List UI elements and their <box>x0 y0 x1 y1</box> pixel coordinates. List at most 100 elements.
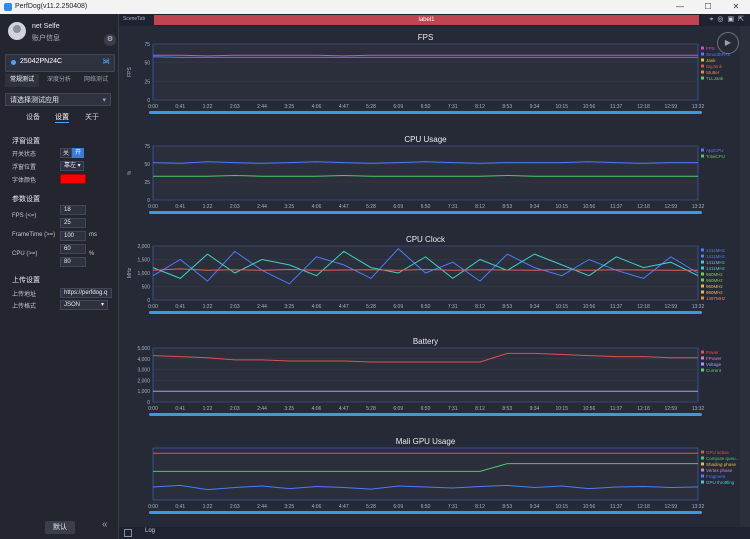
switch-on-option[interactable]: 开 <box>72 148 84 158</box>
legend-swatch <box>701 70 704 74</box>
x-tick-label: 7:31 <box>448 406 458 412</box>
legend-label: Compute queu.. <box>706 456 738 461</box>
legend-swatch <box>701 272 704 276</box>
log-bar: Log <box>119 527 750 539</box>
x-tick-label: 9:34 <box>530 406 540 412</box>
x-tick-label: 12:59 <box>664 104 677 110</box>
font-color-label: 字体颜色 <box>12 178 37 184</box>
settings-icon[interactable]: ⚙ <box>104 34 116 46</box>
legend-label: Voltage <box>706 362 722 367</box>
y-tick-label: 1,500 <box>137 258 150 264</box>
x-tick-label: 7:31 <box>448 504 458 510</box>
app-select[interactable]: 请选择测试应用 ▾ <box>5 93 111 106</box>
frametime-input[interactable]: 100 <box>60 231 86 241</box>
legend-label: 960MHz <box>706 284 724 289</box>
x-tick-label: 12:18 <box>637 406 650 412</box>
x-tick-label: 9:34 <box>530 104 540 110</box>
fps-threshold-1[interactable]: 18 <box>60 205 86 215</box>
x-tick-label: 12:18 <box>637 204 650 210</box>
x-tick-label: 0:41 <box>175 504 185 510</box>
x-tick-label: 10:15 <box>555 304 568 310</box>
time-scrollbar <box>149 211 702 214</box>
x-tick-label: 4:47 <box>339 104 349 110</box>
x-tick-label: 0:00 <box>148 104 158 110</box>
mode-tabs: 常规测试 深度分析 网络测试 <box>5 74 113 87</box>
tab-settings[interactable]: 设置 <box>55 112 69 123</box>
tab-about[interactable]: 关于 <box>85 112 99 122</box>
position-label: 浮窗位置 <box>12 165 37 171</box>
legend-swatch <box>701 58 704 62</box>
tab-network-test[interactable]: 网络测试 <box>79 74 113 87</box>
upload-addr-label: 上传地址 <box>12 292 37 298</box>
x-tick-label: 13:32 <box>692 406 705 412</box>
x-tick-label: 12:59 <box>664 504 677 510</box>
avatar[interactable] <box>8 22 26 40</box>
x-tick-label: 4:06 <box>312 204 322 210</box>
legend-swatch <box>701 456 704 460</box>
chart-title: Mali GPU Usage <box>396 437 456 446</box>
log-checkbox[interactable] <box>124 529 132 537</box>
x-tick-label: 0:41 <box>175 104 185 110</box>
right-scrollbar[interactable] <box>740 26 750 539</box>
frametime-unit: ms <box>89 232 97 238</box>
cpu-threshold-2[interactable]: 80 <box>60 257 86 267</box>
legend-label: 960MHz <box>706 278 724 283</box>
x-tick-label: 12:59 <box>664 304 677 310</box>
x-tick-label: 0:41 <box>175 304 185 310</box>
legend-swatch <box>701 260 704 264</box>
upload-addr-input[interactable]: https://perfdog.q <box>60 288 112 298</box>
chart-title: CPU Clock <box>406 235 446 244</box>
legend-label: SmoothFPS <box>706 52 730 57</box>
x-tick-label: 3:25 <box>284 504 294 510</box>
y-tick-label: 75 <box>144 42 150 48</box>
legend-label: FPower <box>706 356 722 361</box>
time-scrollbar <box>149 111 702 114</box>
x-tick-label: 10:15 <box>555 504 568 510</box>
maximize-button[interactable]: ☐ <box>694 0 722 14</box>
x-tick-label: 12:18 <box>637 504 650 510</box>
tab-deep-analysis[interactable]: 深度分析 <box>42 74 76 87</box>
x-tick-label: 12:59 <box>664 406 677 412</box>
y-tick-label: 2,000 <box>137 244 150 250</box>
x-tick-label: 5:28 <box>366 504 376 510</box>
legend-label: Stutter <box>706 70 720 75</box>
x-tick-label: 11:37 <box>610 406 622 412</box>
x-tick-label: 2:03 <box>230 504 240 510</box>
tab-device[interactable]: 设备 <box>26 112 40 122</box>
y-tick-label: 2,000 <box>137 378 150 384</box>
x-tick-label: 4:47 <box>339 504 349 510</box>
x-tick-label: 7:31 <box>448 204 458 210</box>
switch-off-option[interactable]: 关 <box>60 148 72 158</box>
log-label: Log <box>145 528 156 534</box>
x-tick-label: 6:09 <box>393 204 403 210</box>
account-info-link[interactable]: 账户信息 <box>32 33 60 43</box>
device-selector[interactable]: 25042PN24C ᯼ <box>5 54 115 72</box>
close-button[interactable]: ✕ <box>722 0 750 14</box>
x-tick-label: 0:00 <box>148 204 158 210</box>
x-tick-label: 10:56 <box>583 304 596 310</box>
param-settings-title: 参数设置 <box>12 196 40 203</box>
x-tick-label: 0:41 <box>175 204 185 210</box>
minimize-button[interactable]: — <box>666 0 694 14</box>
x-tick-label: 5:28 <box>366 406 376 412</box>
font-color-swatch[interactable] <box>60 174 86 184</box>
x-tick-label: 5:28 <box>366 304 376 310</box>
legend-label: 1411MHz <box>706 266 726 271</box>
app-logo-icon <box>4 3 12 11</box>
legend-swatch <box>701 362 704 366</box>
x-tick-label: 8:12 <box>475 504 485 510</box>
tab-normal-test[interactable]: 常规测试 <box>5 74 39 87</box>
x-tick-label: 8:12 <box>475 104 485 110</box>
legend-swatch <box>701 154 704 158</box>
x-tick-label: 6:09 <box>393 104 403 110</box>
cpu-threshold-1[interactable]: 60 <box>60 244 86 254</box>
legend-label: 1497MHz <box>706 296 726 301</box>
upload-format-select[interactable]: JSON ▾ <box>60 300 108 310</box>
default-button[interactable]: 默认 <box>45 521 75 534</box>
collapse-sidebar-icon[interactable]: « <box>102 519 108 530</box>
fps-threshold-2[interactable]: 25 <box>60 218 86 228</box>
x-tick-label: 11:37 <box>610 104 622 110</box>
legend-label: BigJank <box>706 64 723 69</box>
legend-label: GPU active <box>706 450 729 455</box>
position-select[interactable]: 靠左 ▾ <box>60 161 84 171</box>
